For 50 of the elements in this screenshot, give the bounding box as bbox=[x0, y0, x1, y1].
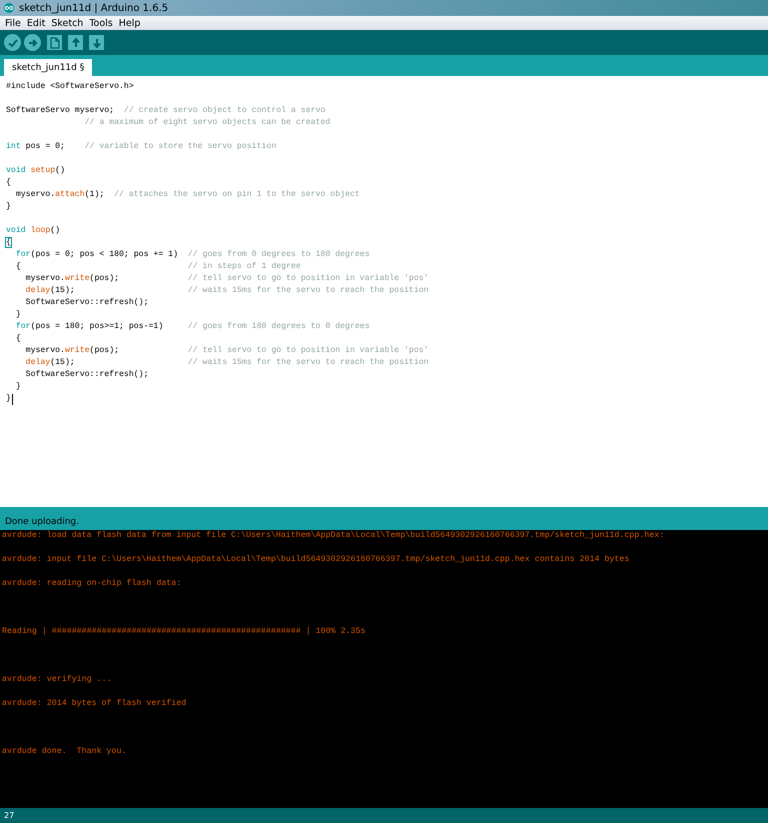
console-line: avrdude: load data flash data from input file C:\Users\Haithem\AppData\Local\Temp\build5649302926160766397.tmp/sketch_jun11d.cpp.hex: bbox=[2, 531, 664, 540]
down-arrow-icon bbox=[92, 36, 102, 48]
code-line: SoftwareServo myservo; // create servo object to control a servo bbox=[6, 105, 326, 117]
console-line: Reading | ################################################## | 100% 2.35s bbox=[2, 627, 366, 636]
code-line: { bbox=[6, 237, 11, 249]
up-arrow-icon bbox=[70, 36, 80, 48]
editor-tab[interactable]: sketch_jun11d § bbox=[4, 59, 92, 76]
code-line: for(pos = 180; pos>=1; pos-=1) // goes from 180 degrees to 0 degrees bbox=[14, 321, 370, 333]
code-line: // a maximum of eight servo objects can be created bbox=[84, 117, 330, 129]
code-line: { bbox=[14, 333, 21, 345]
code-line: } bbox=[6, 393, 11, 405]
open-button[interactable] bbox=[68, 35, 83, 50]
code-line: int pos = 0; // variable to store the servo position bbox=[6, 141, 276, 153]
code-line: void loop() bbox=[6, 225, 60, 237]
code-line: void setup() bbox=[6, 165, 65, 177]
console-line: avrdude: verifying ... bbox=[2, 675, 112, 684]
menu-item[interactable]: File bbox=[2, 18, 24, 28]
menu-item[interactable]: Edit bbox=[24, 18, 48, 28]
right-arrow-icon bbox=[26, 36, 38, 48]
code-line: } bbox=[14, 309, 21, 321]
verify-button[interactable] bbox=[4, 34, 21, 51]
menu-item[interactable]: Tools bbox=[86, 18, 116, 28]
code-line: { bbox=[6, 177, 11, 189]
console-line: avrdude: 2014 bytes of flash verified bbox=[2, 699, 186, 708]
code-line: } bbox=[6, 201, 11, 213]
new-button[interactable] bbox=[47, 35, 62, 50]
code-line: for(pos = 0; pos < 180; pos += 1) // goes from 0 degrees to 180 degrees bbox=[14, 249, 370, 261]
code-line: } bbox=[14, 381, 21, 393]
code-line: { // in steps of 1 degree bbox=[14, 261, 301, 273]
console-line: avrdude: reading on-chip flash data: bbox=[2, 579, 182, 588]
code-line: myservo.write(pos); // tell servo to go to position in variable 'pos' bbox=[24, 273, 429, 285]
line-number: 27 bbox=[4, 811, 14, 820]
window-title: sketch_jun11d | Arduino 1.6.5 bbox=[19, 2, 168, 14]
check-icon bbox=[6, 36, 18, 48]
console-line: avrdude: input file C:\Users\Haithem\AppData\Local\Temp\build5649302926160766397.tmp/sketch_jun11d.cpp.hex contains 2014 bytes bbox=[2, 555, 630, 564]
upload-button[interactable] bbox=[24, 34, 41, 51]
code-line: SoftwareServo::refresh(); bbox=[24, 297, 148, 309]
status-message: Done uploading. bbox=[5, 517, 79, 527]
code-line: delay(15); // waits 15ms for the servo to reach the position bbox=[24, 357, 429, 369]
infinity-logo-icon bbox=[3, 3, 15, 13]
code-line: delay(15); // waits 15ms for the servo to reach the position bbox=[24, 285, 429, 297]
code-line: myservo.attach(1); // attaches the servo on pin 1 to the servo object bbox=[14, 189, 360, 201]
code-line: #include <SoftwareServo.h> bbox=[6, 81, 134, 93]
code-line: SoftwareServo::refresh(); bbox=[24, 369, 148, 381]
document-icon bbox=[50, 36, 60, 48]
save-button[interactable] bbox=[89, 35, 104, 50]
console-line: avrdude done. Thank you. bbox=[2, 747, 126, 756]
menu-item[interactable]: Sketch bbox=[48, 18, 86, 28]
menu-item[interactable]: Help bbox=[116, 18, 144, 28]
code-line: myservo.write(pos); // tell servo to go to position in variable 'pos' bbox=[24, 345, 429, 357]
